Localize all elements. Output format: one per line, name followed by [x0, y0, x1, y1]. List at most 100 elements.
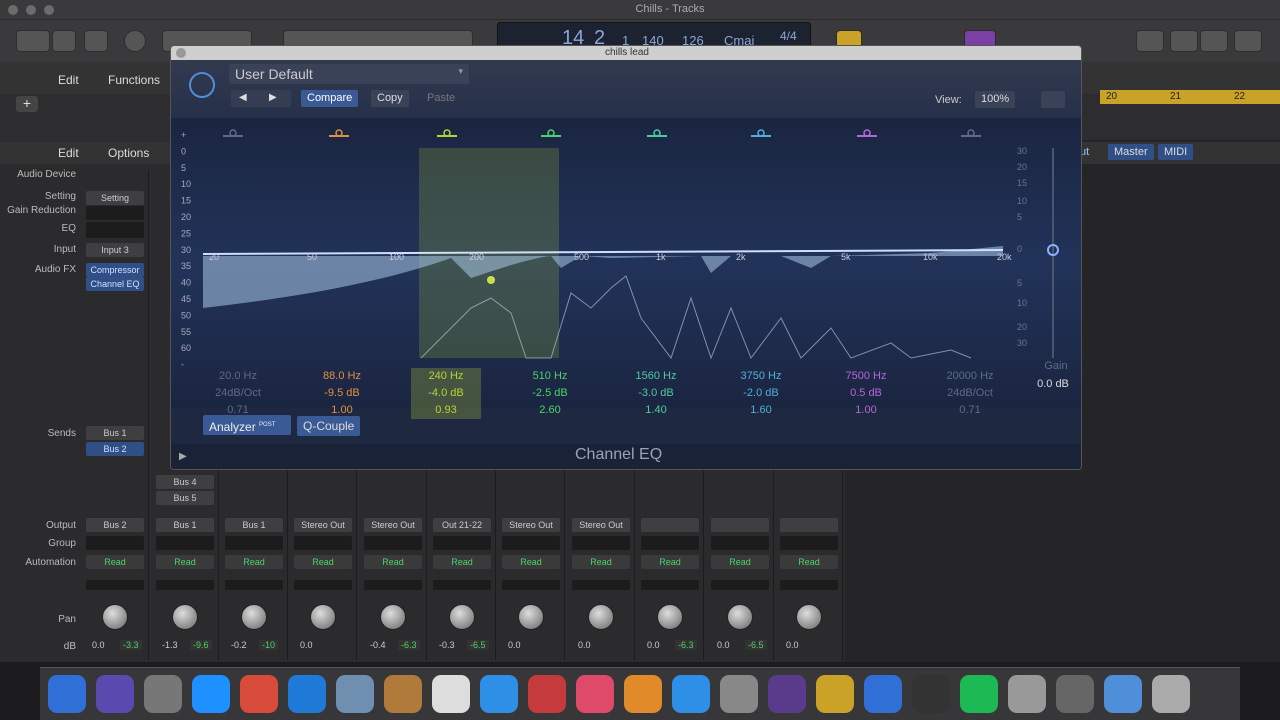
dock-app-icon[interactable] [336, 675, 374, 713]
automation-mode[interactable]: Read [364, 555, 422, 569]
input-monitor-indicator[interactable] [641, 580, 699, 590]
volume-db-value[interactable]: 0.0 [300, 640, 313, 650]
input-monitor-indicator[interactable] [572, 580, 630, 590]
volume-db-value[interactable]: -0.4 [370, 640, 386, 650]
band-freq[interactable]: 240 Hz [411, 368, 481, 385]
dock-app-icon[interactable] [912, 675, 950, 713]
dock-app-icon[interactable] [96, 675, 134, 713]
pan-knob[interactable] [518, 604, 544, 630]
dock-app-icon[interactable] [384, 675, 422, 713]
output-slot[interactable]: Out 21-22 [433, 518, 491, 532]
help-button[interactable] [124, 30, 146, 52]
pan-knob[interactable] [588, 604, 614, 630]
dock-app-icon[interactable] [528, 675, 566, 713]
mixer-edit-menu[interactable]: Edit [58, 146, 79, 160]
output-slot[interactable]: Stereo Out [294, 518, 352, 532]
output-slot[interactable]: Bus 2 [86, 518, 144, 532]
band-gain[interactable]: -9.5 dB [297, 385, 387, 402]
dock-app-icon[interactable] [1104, 675, 1142, 713]
band-7-params[interactable]: 7500 Hz 0.5 dB 1.00 [821, 368, 911, 419]
dock-app-icon[interactable] [720, 675, 758, 713]
dock-app-icon[interactable] [192, 675, 230, 713]
eq-curve-display[interactable]: 20 50 100 200 500 1k 2k 5k 10k 20k+05101520253035… [171, 118, 1082, 408]
input-monitor-indicator[interactable] [433, 580, 491, 590]
band-gain[interactable]: -2.0 dB [716, 385, 806, 402]
ruler[interactable]: 20 21 22 [1100, 90, 1280, 104]
band-gain[interactable]: -3.0 dB [611, 385, 701, 402]
previous-preset-icon[interactable]: ◀ [239, 92, 247, 103]
disclosure-triangle-icon[interactable]: ▶ [179, 451, 187, 462]
band-6-params[interactable]: 3750 Hz -2.0 dB 1.60 [716, 368, 806, 419]
input-monitor-indicator[interactable] [86, 580, 144, 590]
view-zoom-select[interactable]: 100% [975, 91, 1016, 108]
input-monitor-indicator[interactable] [225, 580, 283, 590]
dock-app-icon[interactable] [768, 675, 806, 713]
link-icon[interactable] [1041, 91, 1065, 108]
pan-knob[interactable] [657, 604, 683, 630]
tracks-functions-menu[interactable]: Functions [108, 73, 160, 87]
output-slot[interactable]: Stereo Out [502, 518, 560, 532]
tracks-edit-menu[interactable]: Edit [58, 73, 79, 87]
output-slot[interactable]: Bus 1 [156, 518, 214, 532]
band-3-params[interactable]: 240 Hz -4.0 dB 0.93 [411, 368, 481, 419]
band-1-params[interactable]: 20.0 Hz 24dB/Oct 0.71 [193, 368, 283, 419]
gain-value[interactable]: 0.0 dB [1023, 378, 1081, 390]
automation-mode[interactable]: Read [294, 555, 352, 569]
pan-knob[interactable] [172, 604, 198, 630]
group-slot[interactable] [364, 536, 422, 550]
band-gain[interactable]: -2.5 dB [505, 385, 595, 402]
volume-db-value[interactable]: -0.3 [439, 640, 455, 650]
notepad-button[interactable] [1170, 30, 1198, 52]
input-monitor-indicator[interactable] [780, 580, 838, 590]
eq-graph[interactable]: 20 50 100 200 500 1k 2k 5k 10k 20k +0 5 10 15 20 25 30 35… [171, 118, 1082, 408]
band-freq[interactable]: 20.0 Hz [193, 368, 283, 385]
dock-app-icon[interactable] [432, 675, 470, 713]
automation-mode[interactable]: Read [780, 555, 838, 569]
group-slot[interactable] [502, 536, 560, 550]
paste-button[interactable]: Paste [421, 90, 461, 107]
dock-app-icon[interactable] [816, 675, 854, 713]
dock-app-icon[interactable] [1056, 675, 1094, 713]
automation-mode[interactable]: Read [86, 555, 144, 569]
group-slot[interactable] [225, 536, 283, 550]
automation-mode[interactable]: Read [156, 555, 214, 569]
output-slot[interactable]: Stereo Out [364, 518, 422, 532]
band-q[interactable]: 0.71 [925, 402, 1015, 419]
volume-db-value[interactable]: 0.0 [647, 640, 660, 650]
dock-app-icon[interactable] [576, 675, 614, 713]
compare-button[interactable]: Compare [301, 90, 359, 107]
band-freq[interactable]: 88.0 Hz [297, 368, 387, 385]
output-slot[interactable]: Bus 1 [225, 518, 283, 532]
next-preset-icon[interactable]: ▶ [269, 92, 277, 103]
automation-mode[interactable]: Read [225, 555, 283, 569]
automation-mode[interactable]: Read [433, 555, 491, 569]
dock-app-icon[interactable] [864, 675, 902, 713]
dock-app-icon[interactable] [960, 675, 998, 713]
pan-knob[interactable] [796, 604, 822, 630]
automation-mode[interactable]: Read [711, 555, 769, 569]
output-slot[interactable] [780, 518, 838, 532]
volume-db-value[interactable]: 0.0 [717, 640, 730, 650]
group-slot[interactable] [711, 536, 769, 550]
dock-app-icon[interactable] [672, 675, 710, 713]
volume-db-value[interactable]: 0.0 [786, 640, 799, 650]
output-slot[interactable] [711, 518, 769, 532]
pan-knob[interactable] [310, 604, 336, 630]
volume-db-value[interactable]: 0.0 [92, 640, 105, 650]
power-icon[interactable] [189, 72, 215, 98]
copy-button[interactable]: Copy [371, 90, 409, 107]
volume-db-value[interactable]: -1.3 [162, 640, 178, 650]
dock-app-icon[interactable] [1152, 675, 1190, 713]
q-couple-button[interactable]: Q-Couple [297, 416, 361, 436]
band-freq[interactable]: 510 Hz [505, 368, 595, 385]
automation-mode[interactable]: Read [502, 555, 560, 569]
volume-db-value[interactable]: 0.0 [508, 640, 521, 650]
library-button[interactable] [16, 30, 50, 52]
group-slot[interactable] [780, 536, 838, 550]
automation-mode[interactable]: Read [572, 555, 630, 569]
band-gain[interactable]: 0.5 dB [821, 385, 911, 402]
loop-browser-button[interactable] [1200, 30, 1228, 52]
inspector-button[interactable] [52, 30, 76, 52]
band-freq[interactable]: 1560 Hz [611, 368, 701, 385]
zoom-window-button[interactable] [44, 5, 54, 15]
